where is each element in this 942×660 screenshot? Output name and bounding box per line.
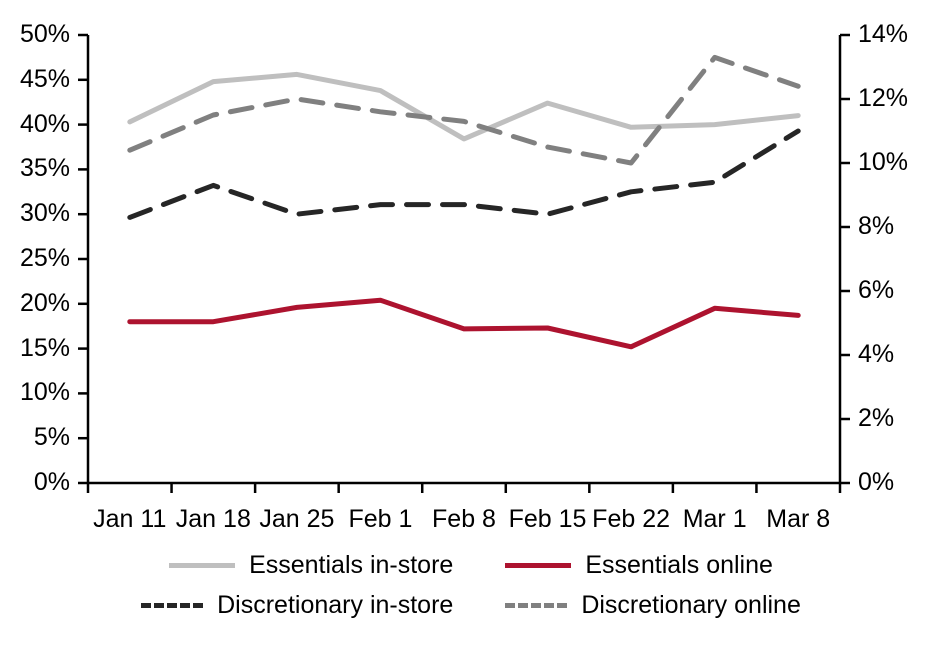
left-axis-tick-label: 45%: [19, 64, 70, 93]
right-axis-tick-label: 6%: [858, 276, 895, 304]
x-axis-tick-label: Feb 8: [432, 505, 496, 533]
axis-lines: [86, 35, 842, 485]
series-line-essentials-online: [127, 297, 801, 350]
left-axis-tick-label: 0%: [33, 468, 70, 496]
series-line-discretionary-online: [127, 54, 801, 166]
x-axis-ticks: [86, 483, 842, 493]
x-axis-tick-label: Feb 1: [348, 505, 413, 533]
left-axis-tick-label: 20%: [19, 288, 70, 317]
legend-swatch-essentials-in-store: [169, 562, 236, 568]
right-axis-tick-label: 12%: [858, 84, 909, 112]
legend-swatch-discretionary-in-store: [141, 602, 204, 608]
legend-label-discretionary-online: Discretionary online: [581, 591, 801, 619]
legend-label-essentials-in-store: Essentials in-store: [249, 551, 454, 579]
left-axis-tick-label: 10%: [19, 378, 70, 407]
x-axis-tick-label: Feb 15: [508, 505, 587, 533]
left-axis-tick-label: 40%: [19, 109, 70, 138]
right-axis-tick-label: 4%: [858, 340, 895, 368]
legend-item-essentials-online[interactable]: Essentials online: [505, 551, 773, 579]
x-axis-tick-label: Jan 25: [259, 505, 335, 533]
chart-legend: Essentials in-store Essentials online Di…: [0, 545, 942, 619]
legend-item-discretionary-online[interactable]: Discretionary online: [505, 591, 801, 619]
series-line-essentials-in-store: [127, 71, 801, 142]
right-axis-tick-label: 0%: [858, 468, 895, 496]
left-axis-tick-label: 25%: [19, 244, 70, 272]
right-axis-tick-label: 10%: [858, 148, 909, 176]
legend-label-essentials-online: Essentials online: [585, 551, 773, 579]
x-axis-tick-label: Mar 1: [682, 505, 747, 533]
line-chart: 0% 5% 10% 15% 20% 25% 30% 35% 40% 45% 50% 0% 2% 4% 6%…: [0, 0, 942, 660]
legend-swatch-essentials-online: [505, 562, 572, 568]
legend-item-discretionary-in-store[interactable]: Discretionary in-store: [141, 591, 453, 619]
x-axis-tick-label: Jan 18: [175, 505, 251, 533]
legend-swatch-discretionary-online: [505, 602, 568, 608]
right-axis-tick-label: 8%: [858, 212, 895, 240]
right-axis-ticks: [840, 33, 850, 485]
legend-label-discretionary-in-store: Discretionary in-store: [217, 591, 454, 619]
legend-row-2: Discretionary in-store Discretionary onl…: [0, 591, 942, 619]
x-axis-tick-label: Feb 22: [592, 505, 671, 533]
left-axis-tick-label: 5%: [33, 423, 70, 452]
series-lines: [127, 54, 801, 350]
x-axis-tick-label: Mar 8: [766, 505, 831, 533]
right-axis-tick-label: 14%: [858, 20, 909, 48]
series-line-discretionary-in-store: [127, 128, 801, 220]
x-axis-tick-label: Jan 11: [93, 505, 167, 533]
right-axis-tick-label: 2%: [858, 404, 895, 432]
legend-row-1: Essentials in-store Essentials online: [0, 551, 942, 579]
left-axis-tick-label: 15%: [19, 333, 70, 362]
left-axis-tick-label: 35%: [19, 154, 70, 183]
left-axis-ticks: [78, 33, 88, 485]
left-axis-tick-label: 50%: [19, 20, 70, 48]
legend-item-essentials-in-store[interactable]: Essentials in-store: [169, 551, 453, 579]
left-axis-tick-label: 30%: [19, 199, 70, 228]
